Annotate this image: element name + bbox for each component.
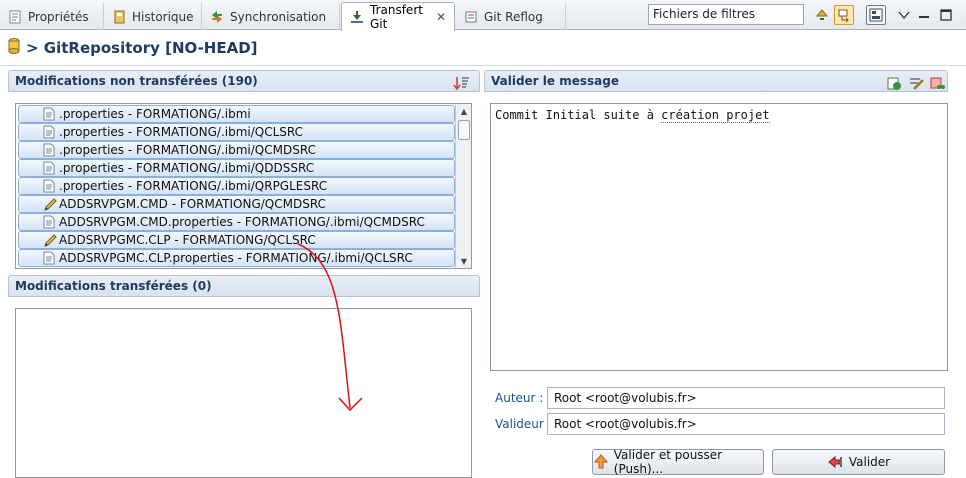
tab-properties[interactable]: Propriétés	[0, 3, 104, 30]
presentation-button[interactable]	[866, 5, 886, 25]
synchronize-icon	[210, 10, 224, 24]
list-item-label: .properties - FORMATIONG/.ibmi	[59, 107, 251, 121]
commit-label: Valider	[848, 455, 891, 469]
list-item[interactable]: .properties - FORMATIONG/.ibmi	[18, 105, 455, 123]
properties-file-icon	[43, 215, 55, 229]
list-item-label: .properties - FORMATIONG/.ibmi/QRPGLESRC	[59, 179, 328, 193]
list-item[interactable]: ADDSRVPGMC.CLP - FORMATIONG/QCLSRC	[18, 231, 455, 249]
properties-file-icon	[43, 251, 55, 265]
source-member-icon	[43, 233, 57, 247]
link-selection-icon	[838, 9, 849, 23]
scroll-up-icon[interactable]: ▲	[456, 104, 471, 118]
staged-changes-list[interactable]	[15, 308, 472, 478]
tab-synchronize[interactable]: Synchronisation	[202, 3, 340, 30]
maximize-button[interactable]	[936, 5, 956, 25]
list-item-label: ADDSRVPGMC.CLP - FORMATIONG/QCLSRC	[59, 233, 316, 247]
filter-files-input[interactable]: Fichiers de filtres	[648, 4, 804, 25]
author-field[interactable]: Root <root@volubis.fr>	[547, 387, 945, 409]
title-divider	[0, 65, 966, 66]
tab-label: Transfert Git	[370, 3, 423, 31]
signed-off-icon	[887, 77, 901, 90]
list-item[interactable]: .properties - FORMATIONG/.ibmi/QCLSRC	[18, 123, 455, 141]
chevron-down-icon	[898, 11, 910, 20]
committer-field[interactable]: Root <root@volubis.fr>	[547, 413, 945, 435]
vertical-scrollbar[interactable]: ▲ ▼	[455, 104, 471, 268]
amend-button[interactable]	[908, 75, 924, 91]
link-selection-button[interactable]	[834, 5, 854, 25]
close-icon[interactable]: ✕	[436, 10, 446, 24]
properties-file-icon	[43, 161, 55, 175]
list-item[interactable]: .properties - FORMATIONG/.ibmi/QCMDSRC	[18, 141, 455, 159]
committer-label: Valideur :	[495, 417, 552, 431]
git-staging-icon	[350, 10, 364, 24]
list-item[interactable]: ADDSRVPGM.CMD - FORMATIONG/QCMDSRC	[18, 195, 455, 213]
page-title: > GitRepository [NO-HEAD]	[8, 36, 258, 60]
unstaged-list-inner: .properties - FORMATIONG/.ibmi .propertie…	[18, 105, 455, 267]
reflog-icon	[464, 10, 478, 24]
commit-message-header: Valider le message	[484, 70, 948, 92]
refresh-icon	[815, 9, 829, 20]
add-change-id-button[interactable]	[930, 75, 946, 91]
add-signed-off-button[interactable]	[886, 75, 902, 91]
commit-message-text: Commit Initial suite à	[495, 108, 662, 122]
list-item[interactable]: .properties - FORMATIONG/.ibmi/QDDSSRC	[18, 159, 455, 177]
source-member-icon	[43, 197, 57, 211]
layout-icon	[869, 8, 883, 22]
staged-header-label: Modifications transférées (0)	[15, 279, 212, 293]
unstaged-header-label: Modifications non transférées (190)	[15, 74, 258, 88]
commit-message-textarea[interactable]: Commit Initial suite à création projet	[490, 103, 948, 371]
maximize-icon	[940, 9, 952, 21]
commit-icon	[828, 455, 842, 469]
view-tab-bar: Propriétés Historique Synchronisation Tr…	[0, 0, 966, 31]
list-item-label: ADDSRVPGMC.CLP.properties - FORMATIONG/.…	[59, 251, 413, 265]
commit-header-label: Valider le message	[491, 74, 619, 88]
list-item[interactable]: ADDSRVPGM.CMD.properties - FORMATIONG/.i…	[18, 213, 455, 231]
list-item-label: ADDSRVPGM.CMD.properties - FORMATIONG/.i…	[59, 215, 425, 229]
list-item-label: ADDSRVPGM.CMD - FORMATIONG/QCMDSRC	[59, 197, 326, 211]
minimize-button[interactable]	[914, 5, 934, 25]
change-id-icon	[930, 77, 945, 89]
properties-file-icon	[43, 125, 55, 139]
tab-git-reflog[interactable]: Git Reflog	[456, 3, 566, 30]
list-item-label: .properties - FORMATIONG/.ibmi/QCMDSRC	[59, 143, 316, 157]
sort-button[interactable]	[453, 75, 471, 91]
tab-label: Synchronisation	[230, 9, 327, 24]
properties-file-icon	[43, 107, 55, 121]
tab-history[interactable]: Historique	[104, 3, 202, 30]
staged-changes-header: Modifications transférées (0)	[8, 275, 480, 297]
tab-label: Propriétés	[28, 9, 89, 24]
list-item-label: .properties - FORMATIONG/.ibmi/QDDSSRC	[59, 161, 315, 175]
list-item[interactable]: .properties - FORMATIONG/.ibmi/QRPGLESRC	[18, 177, 455, 195]
repository-icon	[8, 38, 20, 58]
minimize-icon	[919, 16, 929, 18]
commit-and-push-label: Valider et pousser (Push)...	[613, 448, 723, 476]
refresh-button[interactable]	[812, 5, 832, 25]
list-item[interactable]: ADDSRVPGMC.CLP.properties - FORMATIONG/.…	[18, 249, 455, 267]
author-label: Auteur :	[495, 391, 544, 405]
commit-button[interactable]: Valider	[772, 449, 945, 475]
list-item-label: .properties - FORMATIONG/.ibmi/QCLSRC	[59, 125, 304, 139]
commit-message-flagged-text: création projet	[661, 108, 770, 123]
properties-file-icon	[43, 179, 55, 193]
commit-and-push-button[interactable]: Valider et pousser (Push)...	[592, 448, 764, 476]
sort-icon	[453, 77, 469, 91]
unstaged-changes-header: Modifications non transférées (190)	[8, 70, 480, 92]
scroll-down-icon[interactable]: ▼	[456, 254, 471, 268]
unstaged-changes-list[interactable]: .properties - FORMATIONG/.ibmi .propertie…	[15, 103, 472, 269]
repository-title: > GitRepository [NO-HEAD]	[26, 39, 258, 57]
tab-label: Historique	[132, 9, 194, 24]
view-menu-button[interactable]	[894, 5, 914, 25]
push-icon	[593, 454, 608, 469]
tab-label: Git Reflog	[484, 9, 543, 24]
properties-file-icon	[43, 143, 55, 157]
scroll-thumb[interactable]	[458, 120, 470, 140]
tab-git-staging[interactable]: Transfert Git ✕	[341, 2, 455, 31]
amend-icon	[910, 78, 924, 90]
properties-icon	[8, 10, 22, 24]
history-icon	[112, 10, 126, 24]
